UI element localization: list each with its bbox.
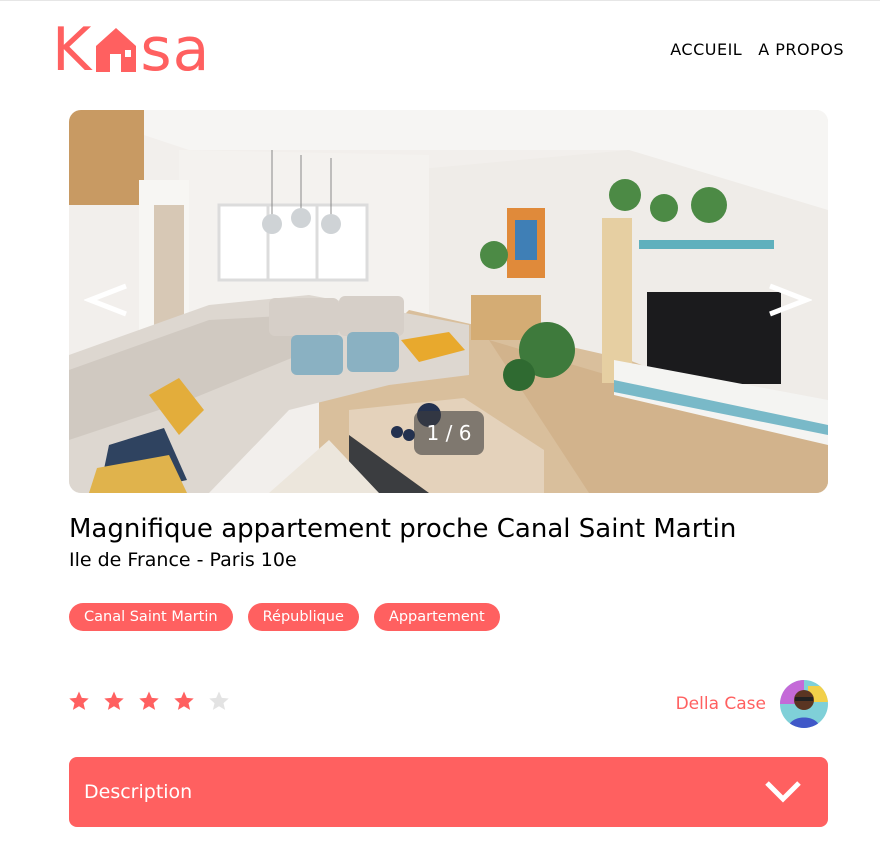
nav-link-a-propos[interactable]: A PROPOS — [758, 40, 844, 59]
main-nav: ACCUEIL A PROPOS — [670, 40, 844, 59]
logo-letters-sa: sa — [140, 15, 211, 85]
logo-letter-k: K — [52, 15, 93, 85]
chevron-down-icon[interactable] — [764, 779, 802, 805]
house-icon — [96, 28, 137, 72]
gallery-counter: 1 / 6 — [414, 411, 484, 455]
photo-gallery: 1 / 6 — [69, 110, 828, 493]
listing-title: Magnifique appartement proche Canal Sain… — [69, 514, 737, 544]
rating-stars — [67, 689, 231, 713]
top-border — [0, 0, 880, 1]
star-filled-icon — [174, 691, 194, 710]
tag-list: Canal Saint Martin République Appartemen… — [69, 603, 500, 631]
kasa-logo[interactable]: K sa — [52, 18, 210, 80]
gallery-previous-button[interactable] — [84, 282, 128, 318]
gallery-next-button[interactable] — [768, 282, 812, 318]
tag-appartement: Appartement — [373, 603, 500, 631]
tag-republique: République — [247, 603, 359, 631]
tag-canal-saint-martin: Canal Saint Martin — [69, 603, 233, 631]
collapse-title: Description — [84, 781, 193, 803]
host-name: Della Case — [675, 694, 766, 714]
host-info: Della Case — [676, 680, 828, 728]
star-filled-icon — [69, 691, 89, 710]
nav-link-accueil[interactable]: ACCUEIL — [670, 40, 742, 59]
listing-location: Ile de France - Paris 10e — [69, 549, 297, 571]
host-avatar — [780, 680, 828, 728]
description-collapse[interactable]: Description — [69, 757, 828, 827]
star-filled-icon — [139, 691, 159, 710]
star-filled-icon — [104, 691, 124, 710]
star-empty-icon — [209, 691, 229, 710]
